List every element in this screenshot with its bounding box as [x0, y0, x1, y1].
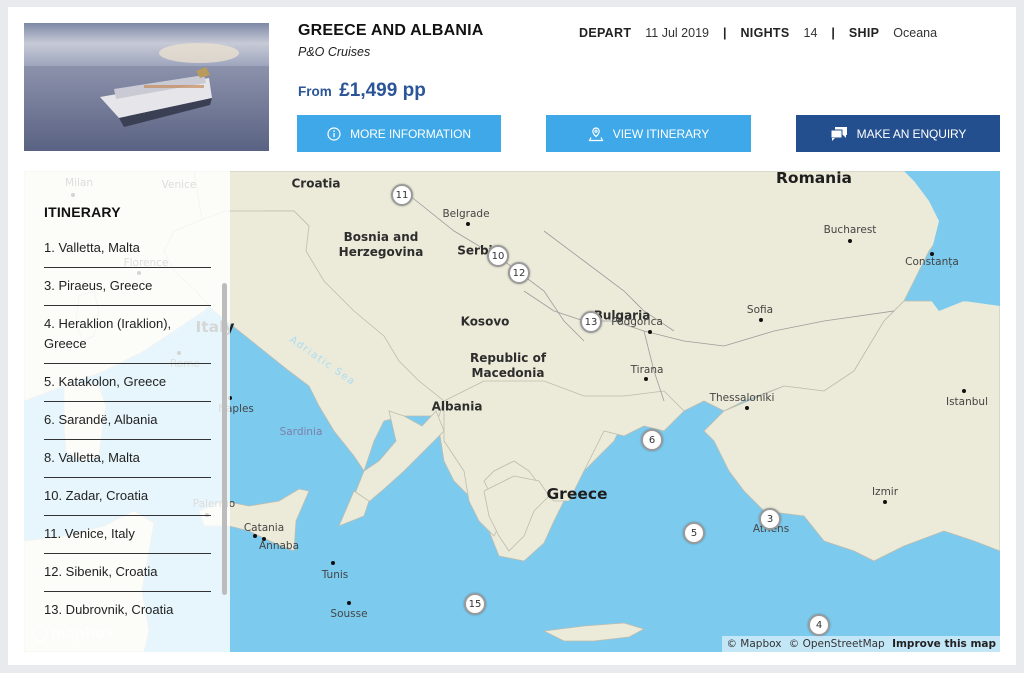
map-label-constanta: Constanța: [905, 256, 959, 268]
view-itinerary-button[interactable]: VIEW ITINERARY: [546, 115, 751, 152]
city-dot: [644, 377, 648, 381]
map-label-macedonia: Republic of Macedonia: [469, 351, 547, 380]
port-marker[interactable]: 4: [808, 614, 830, 636]
price-amount: £1,499 pp: [339, 80, 426, 101]
map-label-romania: Romania: [775, 171, 853, 187]
itinerary-item[interactable]: 11. Venice, Italy: [44, 516, 211, 554]
port-marker[interactable]: 15: [464, 593, 486, 615]
map-label-kosovo: Kosovo: [460, 314, 510, 329]
city-dot: [848, 239, 852, 243]
city-dot: [466, 222, 470, 226]
map-label-sardinia: Sardinia: [279, 426, 323, 438]
map-label-bosnia: Bosnia and Herzegovina: [338, 230, 424, 259]
map-attribution: © Mapbox © OpenStreetMap Improve this ma…: [722, 636, 1000, 652]
map-label-istanbul: Istanbul: [945, 396, 989, 408]
city-dot: [962, 389, 966, 393]
more-information-button[interactable]: MORE INFORMATION: [297, 115, 501, 152]
mapbox-logo[interactable]: mapbox: [32, 626, 114, 642]
ship-photo: [24, 23, 269, 151]
itinerary-item[interactable]: 4. Heraklion (Iraklion), Greece: [44, 306, 211, 364]
chat-bubbles-icon: [830, 126, 848, 141]
port-marker[interactable]: 12: [508, 262, 530, 284]
improve-map-link[interactable]: Improve this map: [892, 638, 996, 650]
itinerary-map[interactable]: Adriatic Sea Croatia Romania Bosnia and …: [24, 171, 1000, 652]
meta-separator: |: [722, 26, 727, 40]
map-label-belgrade: Belgrade: [442, 208, 490, 220]
city-dot: [331, 561, 335, 565]
itinerary-item[interactable]: 5. Katakolon, Greece: [44, 364, 211, 402]
price: From £1,499 pp: [298, 80, 426, 102]
city-dot: [883, 500, 887, 504]
city-dot: [759, 318, 763, 322]
itinerary-item[interactable]: 8. Valletta, Malta: [44, 440, 211, 478]
map-label-croatia: Croatia: [291, 176, 341, 191]
port-marker[interactable]: 3: [759, 508, 781, 530]
mapbox-logo-icon: [32, 626, 48, 642]
map-label-tirana: Tirana: [630, 364, 664, 376]
port-marker[interactable]: 13: [580, 311, 602, 333]
map-label-annaba: Annaba: [258, 540, 300, 552]
itinerary-scrollbar[interactable]: [222, 283, 227, 595]
map-label-bucharest: Bucharest: [823, 224, 877, 236]
view-itinerary-label: VIEW ITINERARY: [612, 126, 710, 141]
mapbox-attribution-link[interactable]: © Mapbox: [726, 638, 781, 650]
map-label-albania: Albania: [431, 399, 483, 414]
city-dot: [930, 252, 934, 256]
map-label-sofia: Sofia: [746, 304, 774, 316]
cruise-info: GREECE AND ALBANIA P&O Cruises: [298, 22, 484, 59]
map-pin-icon: [588, 126, 604, 142]
ship-label: SHIP: [848, 26, 880, 40]
price-from-label: From: [298, 84, 332, 99]
city-dot: [253, 534, 257, 538]
more-information-label: MORE INFORMATION: [350, 126, 471, 141]
itinerary-item[interactable]: 10. Zadar, Croatia: [44, 478, 211, 516]
map-label-catania: Catania: [243, 522, 285, 534]
osm-attribution-link[interactable]: © OpenStreetMap: [789, 638, 885, 650]
meta-separator: |: [831, 26, 835, 40]
nights-label: NIGHTS: [740, 26, 790, 40]
info-circle-icon: [327, 126, 341, 141]
port-marker[interactable]: 5: [683, 522, 705, 544]
itinerary-item[interactable]: 6. Sarandë, Albania: [44, 402, 211, 440]
cruise-title: GREECE AND ALBANIA: [298, 22, 484, 39]
map-label-tunis: Tunis: [321, 569, 349, 581]
map-label-sousse: Sousse: [330, 608, 368, 620]
map-label-podgorica: Podgorica: [611, 316, 663, 328]
port-marker[interactable]: 11: [391, 184, 413, 206]
itinerary-panel: ITINERARY 1. Valletta, Malta 3. Piraeus,…: [24, 171, 230, 652]
itinerary-item[interactable]: 3. Piraeus, Greece: [44, 268, 211, 306]
city-dot: [347, 601, 351, 605]
itinerary-heading: ITINERARY: [44, 204, 121, 220]
itinerary-item[interactable]: 1. Valletta, Malta: [44, 230, 211, 268]
ship-value: Oceana: [893, 26, 938, 40]
itinerary-list: 1. Valletta, Malta 3. Piraeus, Greece 4.…: [44, 230, 211, 629]
city-dot: [648, 330, 652, 334]
depart-value: 11 Jul 2019: [645, 26, 709, 40]
itinerary-item[interactable]: 13. Dubrovnik, Croatia: [44, 592, 211, 629]
cruise-operator: P&O Cruises: [298, 45, 371, 59]
mapbox-logo-text: mapbox: [51, 626, 114, 642]
make-enquiry-label: MAKE AN ENQUIRY: [856, 126, 967, 141]
depart-label: DEPART: [579, 26, 632, 40]
city-dot: [745, 406, 749, 410]
port-marker[interactable]: 6: [641, 429, 663, 451]
map-label-izmir: Izmir: [871, 486, 899, 498]
cruise-meta: DEPART 11 Jul 2019 | NIGHTS 14 | SHIP Oc…: [579, 26, 937, 40]
make-enquiry-button[interactable]: MAKE AN ENQUIRY: [796, 115, 1000, 152]
map-label-greece: Greece: [546, 485, 608, 503]
nights-value: 14: [803, 26, 818, 40]
map-label-thessaloniki: Thessaloniki: [709, 392, 775, 404]
port-marker[interactable]: 10: [487, 245, 509, 267]
itinerary-item[interactable]: 12. Sibenik, Croatia: [44, 554, 211, 592]
